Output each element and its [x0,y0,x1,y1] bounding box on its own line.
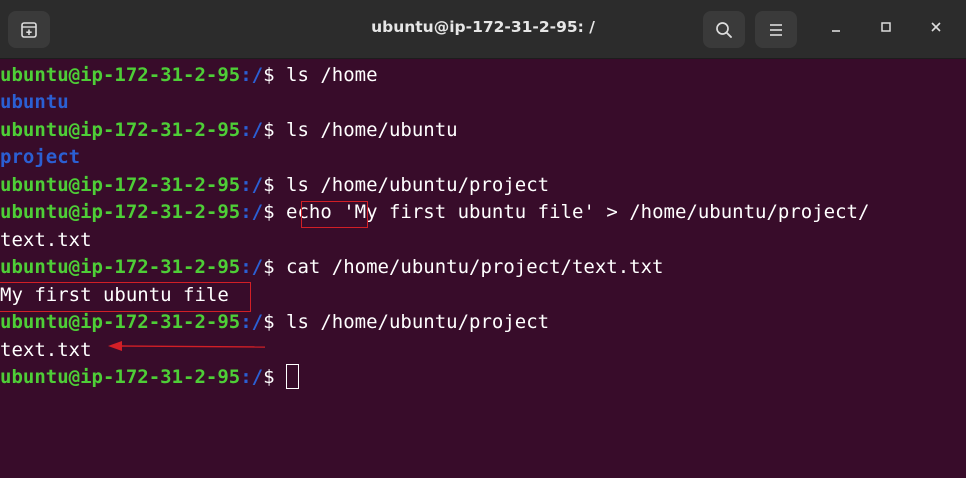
prompt-user: ubuntu@ip-172-31-2-95 [0,64,241,86]
minimize-icon [830,20,842,38]
command-text: ls /home/ubuntu/project [274,174,550,196]
maximize-icon [880,20,892,38]
maximize-button[interactable] [873,16,899,42]
command-output: text.txt [0,339,92,361]
command-text: ls /home/ubuntu/project [274,311,550,333]
close-icon [930,20,942,38]
close-button[interactable] [923,16,949,42]
terminal-line: ubuntu@ip-172-31-2-95:/$ ls /home/ubuntu… [0,172,549,199]
prompt-symbol: $ [263,256,275,278]
directory-output: project [0,146,81,168]
terminal-line: ubuntu@ip-172-31-2-95:/$ ls /home/ubuntu [0,117,458,144]
command-text: cat /home/ubuntu/project/text.txt [274,256,664,278]
prompt-symbol: $ [263,366,275,388]
menu-button[interactable] [755,11,797,48]
terminal-window: ubuntu@ip-172-31-2-95: / ubuntu@ip-172-3… [0,0,966,478]
prompt-symbol: $ [263,311,275,333]
prompt-path: :/ [240,256,264,278]
echo-command-word: echo [286,201,332,223]
terminal-output[interactable]: ubuntu@ip-172-31-2-95:/$ ls /home ubuntu… [0,60,966,478]
prompt-path: :/ [240,64,264,86]
prompt-symbol: $ [263,64,275,86]
command-output: text.txt [0,229,92,251]
command-text: 'My first ubuntu file' > /home/ubuntu/pr… [331,201,870,223]
prompt-symbol: $ [263,174,275,196]
prompt-symbol: $ [263,201,275,223]
command-text: ls /home [274,64,378,86]
search-icon [715,21,733,39]
terminal-line: ubuntu@ip-172-31-2-95:/$ ls /home/ubuntu… [0,309,549,336]
prompt-path: :/ [240,174,264,196]
prompt-path: :/ [240,201,264,223]
terminal-line: ubuntu@ip-172-31-2-95:/$ echo 'My first … [0,199,869,226]
prompt-user: ubuntu@ip-172-31-2-95 [0,174,241,196]
prompt-symbol: $ [263,119,275,141]
annotation-arrow [108,341,266,351]
directory-output: ubuntu [0,91,69,113]
prompt-path: :/ [240,366,264,388]
terminal-cursor [286,363,300,389]
window-title: ubuntu@ip-172-31-2-95: / [371,18,595,36]
prompt-path: :/ [240,311,264,333]
terminal-line: ubuntu@ip-172-31-2-95:/$ ls /home [0,62,378,89]
command-output: My first ubuntu file [0,284,229,306]
command-text: ls /home/ubuntu [274,119,458,141]
terminal-line: My first ubuntu file [0,282,229,309]
terminal-line: text.txt [0,227,92,254]
terminal-line: ubuntu@ip-172-31-2-95:/$ cat /home/ubunt… [0,254,664,281]
new-tab-button[interactable] [8,11,50,48]
prompt-user: ubuntu@ip-172-31-2-95 [0,256,241,278]
terminal-line: project [0,144,80,171]
prompt-path: :/ [240,119,264,141]
terminal-line: ubuntu@ip-172-31-2-95:/$ [0,363,300,391]
terminal-line: ubuntu [0,89,69,116]
title-bar: ubuntu@ip-172-31-2-95: / [0,0,966,59]
minimize-button[interactable] [823,16,849,42]
prompt-user: ubuntu@ip-172-31-2-95 [0,201,241,223]
prompt-user: ubuntu@ip-172-31-2-95 [0,311,241,333]
hamburger-menu-icon [768,23,784,37]
terminal-line: text.txt [0,337,92,364]
prompt-user: ubuntu@ip-172-31-2-95 [0,119,241,141]
prompt-user: ubuntu@ip-172-31-2-95 [0,366,241,388]
new-tab-icon [20,21,38,39]
search-button[interactable] [703,11,745,48]
